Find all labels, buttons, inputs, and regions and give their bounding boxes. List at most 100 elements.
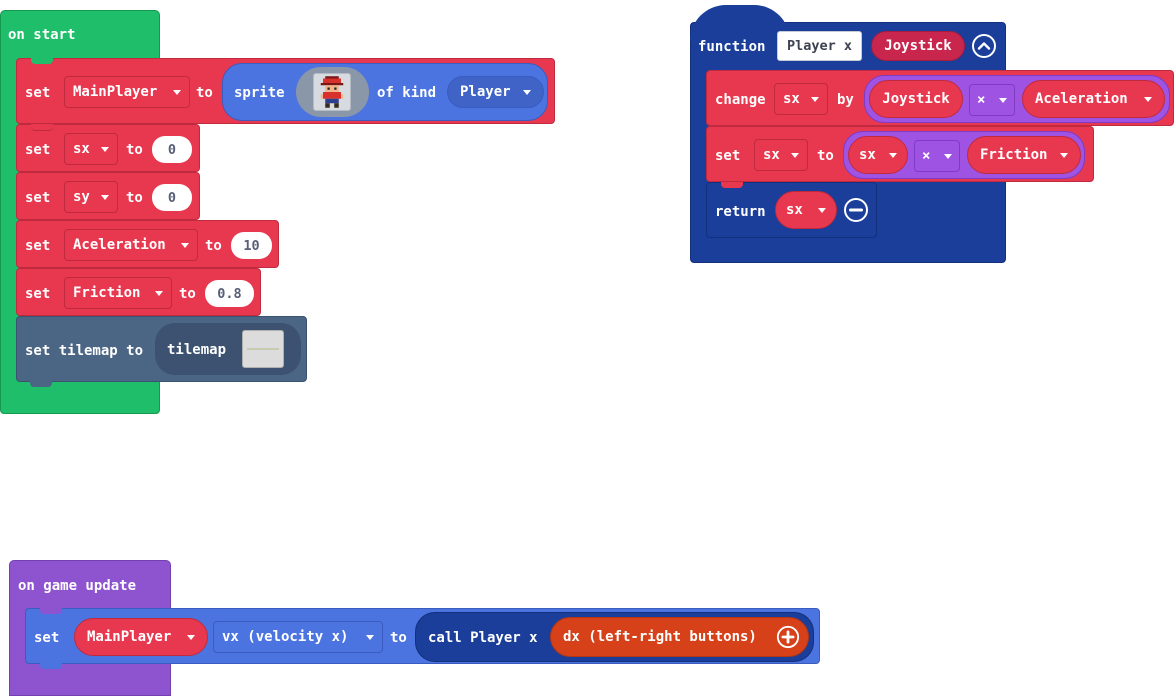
chevron-down-icon: [811, 97, 819, 102]
operator-dropdown[interactable]: ×: [969, 84, 1015, 116]
sprite-label: sprite: [234, 85, 285, 101]
set-velocity-block[interactable]: set MainPlayer vx (velocity x) to call P…: [25, 608, 820, 664]
change-sx-block[interactable]: change sx by Joystick × Aceleration: [706, 70, 1174, 126]
operator-symbol: ×: [977, 92, 986, 108]
chevron-down-icon: [818, 208, 826, 213]
chevron-down-icon: [366, 635, 374, 640]
chevron-down-icon: [523, 90, 531, 95]
player-sprite-icon: [320, 76, 344, 108]
number-input[interactable]: 0: [152, 136, 192, 163]
sx-reporter[interactable]: sx: [775, 191, 837, 229]
to-keyword: to: [126, 190, 143, 206]
remove-minus-icon[interactable]: [843, 197, 869, 223]
function-keyword: function: [698, 39, 766, 55]
tilemap-reporter[interactable]: tilemap: [155, 323, 301, 375]
sprite-image-picker[interactable]: [296, 67, 369, 117]
kind-name: Player: [460, 84, 511, 100]
set-keyword: set: [715, 148, 741, 164]
number-input[interactable]: 10: [231, 232, 272, 259]
chevron-down-icon: [791, 153, 799, 158]
chevron-down-icon: [101, 147, 109, 152]
function-name-input[interactable]: Player x: [777, 31, 862, 61]
reporter-label: MainPlayer: [87, 629, 172, 645]
return-keyword: return: [715, 204, 766, 220]
variable-name: sx: [783, 91, 800, 107]
kind-dropdown[interactable]: Player: [447, 76, 544, 108]
variable-name: MainPlayer: [73, 84, 158, 100]
to-keyword: to: [390, 630, 407, 646]
variable-dropdown-sx[interactable]: sx: [774, 83, 828, 115]
set-sx-block[interactable]: set sx to 0: [16, 124, 200, 172]
reporter-label: dx (left-right buttons): [563, 629, 757, 645]
set-sy-block[interactable]: set sy to 0: [16, 172, 200, 220]
variable-name: Aceleration: [73, 237, 166, 253]
chevron-down-icon: [155, 291, 163, 296]
call-label: call Player x: [428, 630, 538, 646]
tilemap-editor-thumbnail[interactable]: [242, 330, 284, 368]
property-dropdown[interactable]: vx (velocity x): [213, 621, 383, 653]
multiply-reporter[interactable]: sx × Friction: [843, 131, 1085, 179]
friction-reporter[interactable]: Friction: [967, 136, 1081, 174]
reporter-label: Joystick: [882, 91, 950, 107]
to-keyword: to: [196, 85, 213, 101]
chevron-down-icon: [999, 98, 1007, 103]
set-friction-block[interactable]: set Friction to 0.8: [16, 268, 261, 316]
reporter-label: sx: [859, 147, 876, 163]
sprite-of-kind-reporter[interactable]: sprite of kind Player: [222, 63, 548, 121]
aceleration-reporter[interactable]: Aceleration: [1022, 80, 1165, 118]
variable-dropdown-mainplayer[interactable]: MainPlayer: [64, 76, 190, 108]
by-keyword: by: [837, 92, 854, 108]
function-header: function Player x Joystick: [690, 22, 1006, 70]
variable-dropdown-sx[interactable]: sx: [754, 139, 808, 171]
mainplayer-reporter[interactable]: MainPlayer: [74, 618, 208, 656]
on-start-label: on start: [8, 27, 76, 43]
variable-name: sx: [73, 141, 90, 157]
variable-name: sy: [73, 189, 90, 205]
to-keyword: to: [817, 148, 834, 164]
sx-reporter[interactable]: sx: [848, 136, 908, 174]
collapse-up-icon[interactable]: [971, 33, 997, 59]
of-kind-label: of kind: [377, 85, 437, 101]
operator-symbol: ×: [922, 148, 931, 164]
call-function-reporter[interactable]: call Player x dx (left-right buttons): [415, 612, 814, 662]
chevron-down-icon: [1144, 97, 1152, 102]
reporter-label: sx: [786, 202, 803, 218]
set-sx-friction-block[interactable]: set sx to sx × Friction: [706, 126, 1094, 182]
set-tilemap-block[interactable]: set tilemap to tilemap: [16, 316, 307, 382]
variable-dropdown-sx[interactable]: sx: [64, 133, 118, 165]
variable-name: Friction: [73, 285, 141, 301]
parameter-joystick[interactable]: Joystick: [871, 31, 965, 61]
add-plus-icon[interactable]: [776, 625, 800, 649]
set-keyword: set: [25, 286, 51, 302]
stack-end-notch: [40, 663, 62, 669]
joystick-reporter[interactable]: Joystick: [869, 80, 963, 118]
on-game-update-label: on game update: [18, 578, 137, 594]
tilemap-label: tilemap: [167, 342, 227, 358]
to-keyword: to: [205, 238, 222, 254]
variable-dropdown-friction[interactable]: Friction: [64, 277, 172, 309]
multiply-reporter[interactable]: Joystick × Aceleration: [864, 75, 1170, 123]
variable-dropdown-aceleration[interactable]: Aceleration: [64, 229, 198, 261]
set-keyword: set: [25, 85, 51, 101]
set-keyword: set: [25, 190, 51, 206]
variable-dropdown-sy[interactable]: sy: [64, 181, 118, 213]
set-aceleration-block[interactable]: set Aceleration to 10: [16, 220, 279, 268]
property-name: vx (velocity x): [222, 629, 349, 645]
set-keyword: set: [25, 142, 51, 158]
tilemap-preview-line: [247, 348, 279, 350]
operator-dropdown[interactable]: ×: [914, 140, 960, 172]
chevron-down-icon: [173, 90, 181, 95]
number-input[interactable]: 0: [152, 184, 192, 211]
number-input[interactable]: 0.8: [205, 280, 254, 307]
chevron-down-icon: [187, 635, 195, 640]
stack-end-notch: [30, 381, 52, 387]
function-name: Player x: [786, 38, 853, 54]
chevron-down-icon: [889, 153, 897, 158]
chevron-down-icon: [101, 195, 109, 200]
return-block[interactable]: return sx: [706, 182, 877, 238]
chevron-down-icon: [181, 243, 189, 248]
chevron-down-icon: [944, 154, 952, 159]
set-mainplayer-block[interactable]: set MainPlayer to sprite of kind Player: [16, 58, 555, 124]
dx-controller-reporter[interactable]: dx (left-right buttons): [550, 617, 809, 657]
set-keyword: set: [25, 238, 51, 254]
